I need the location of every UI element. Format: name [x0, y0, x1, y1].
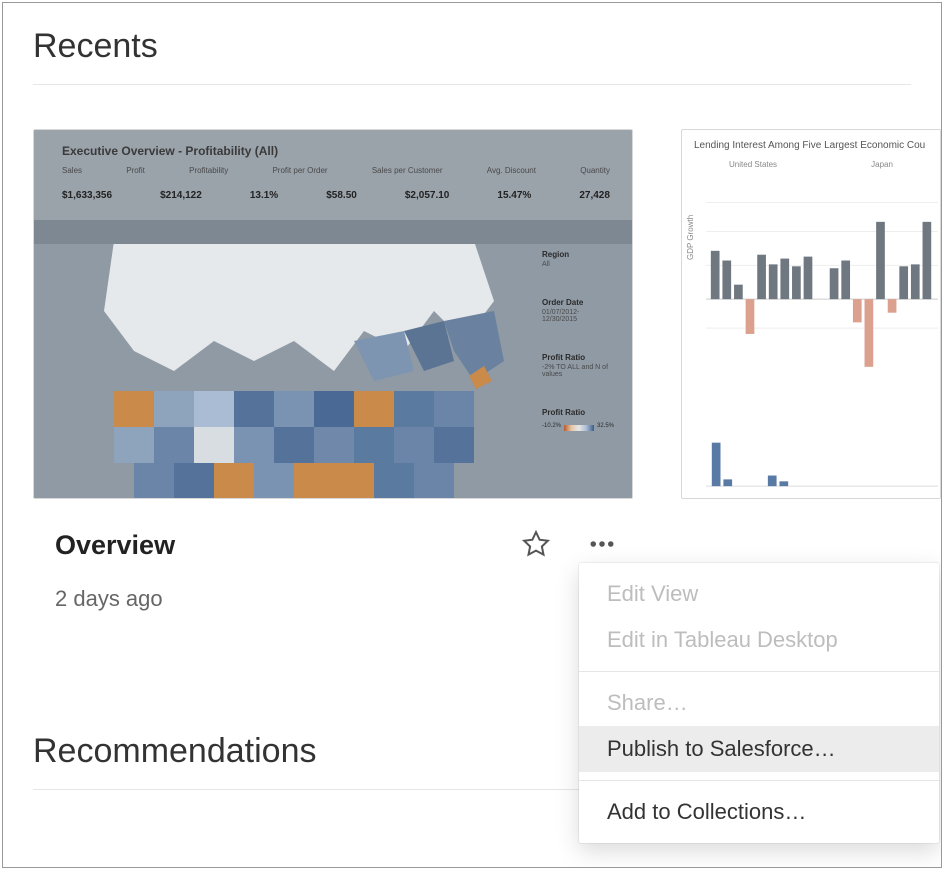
recents-card[interactable]: Lending Interest Among Five Largest Econ…	[681, 129, 941, 612]
more-icon	[587, 529, 617, 559]
bar-chart-icon: 50% 25% 1.0% -5%	[706, 180, 938, 370]
recents-card[interactable]: Executive Overview - Profitability (All)…	[33, 129, 633, 612]
menu-item-edit-view[interactable]: Edit View	[579, 571, 939, 617]
menu-item-share[interactable]: Share…	[579, 680, 939, 726]
more-actions-button[interactable]	[583, 525, 621, 566]
menu-separator	[579, 671, 939, 672]
thumb-metric-values: $1,633,356 $214,122 13.1% $58.50 $2,057.…	[62, 190, 610, 201]
star-icon	[521, 529, 551, 559]
card-thumbnail[interactable]: Lending Interest Among Five Largest Econ…	[681, 129, 941, 499]
map-icon	[54, 244, 524, 498]
thumb-sidebar: Region All Order Date 01/07/2012-12/30/2…	[542, 250, 614, 431]
menu-item-publish-salesforce[interactable]: Publish to Salesforce…	[579, 726, 939, 772]
menu-item-edit-desktop[interactable]: Edit in Tableau Desktop	[579, 617, 939, 663]
bar-chart-icon	[706, 430, 938, 494]
legend-gradient	[564, 425, 594, 431]
card-timestamp: 2 days ago	[33, 586, 633, 612]
menu-item-add-collections[interactable]: Add to Collections…	[579, 789, 939, 835]
card-title[interactable]: Overview	[33, 530, 175, 561]
menu-separator	[579, 780, 939, 781]
recents-heading: Recents	[3, 3, 941, 84]
thumb-metric-labels: Sales Profit Profitability Profit per Or…	[62, 166, 610, 175]
context-menu: Edit View Edit in Tableau Desktop Share……	[579, 563, 939, 843]
thumb-title: Executive Overview - Profitability (All)	[62, 144, 278, 158]
card-actions	[517, 525, 633, 566]
app-frame: Recents Executive Overview - Profitabili…	[2, 2, 942, 868]
card-meta-row: Overview	[33, 525, 633, 566]
card-thumbnail[interactable]: Executive Overview - Profitability (All)…	[33, 129, 633, 499]
favorite-button[interactable]	[517, 525, 555, 566]
thumb-title: Lending Interest Among Five Largest Econ…	[694, 140, 925, 151]
recents-list: Executive Overview - Profitability (All)…	[3, 85, 941, 612]
